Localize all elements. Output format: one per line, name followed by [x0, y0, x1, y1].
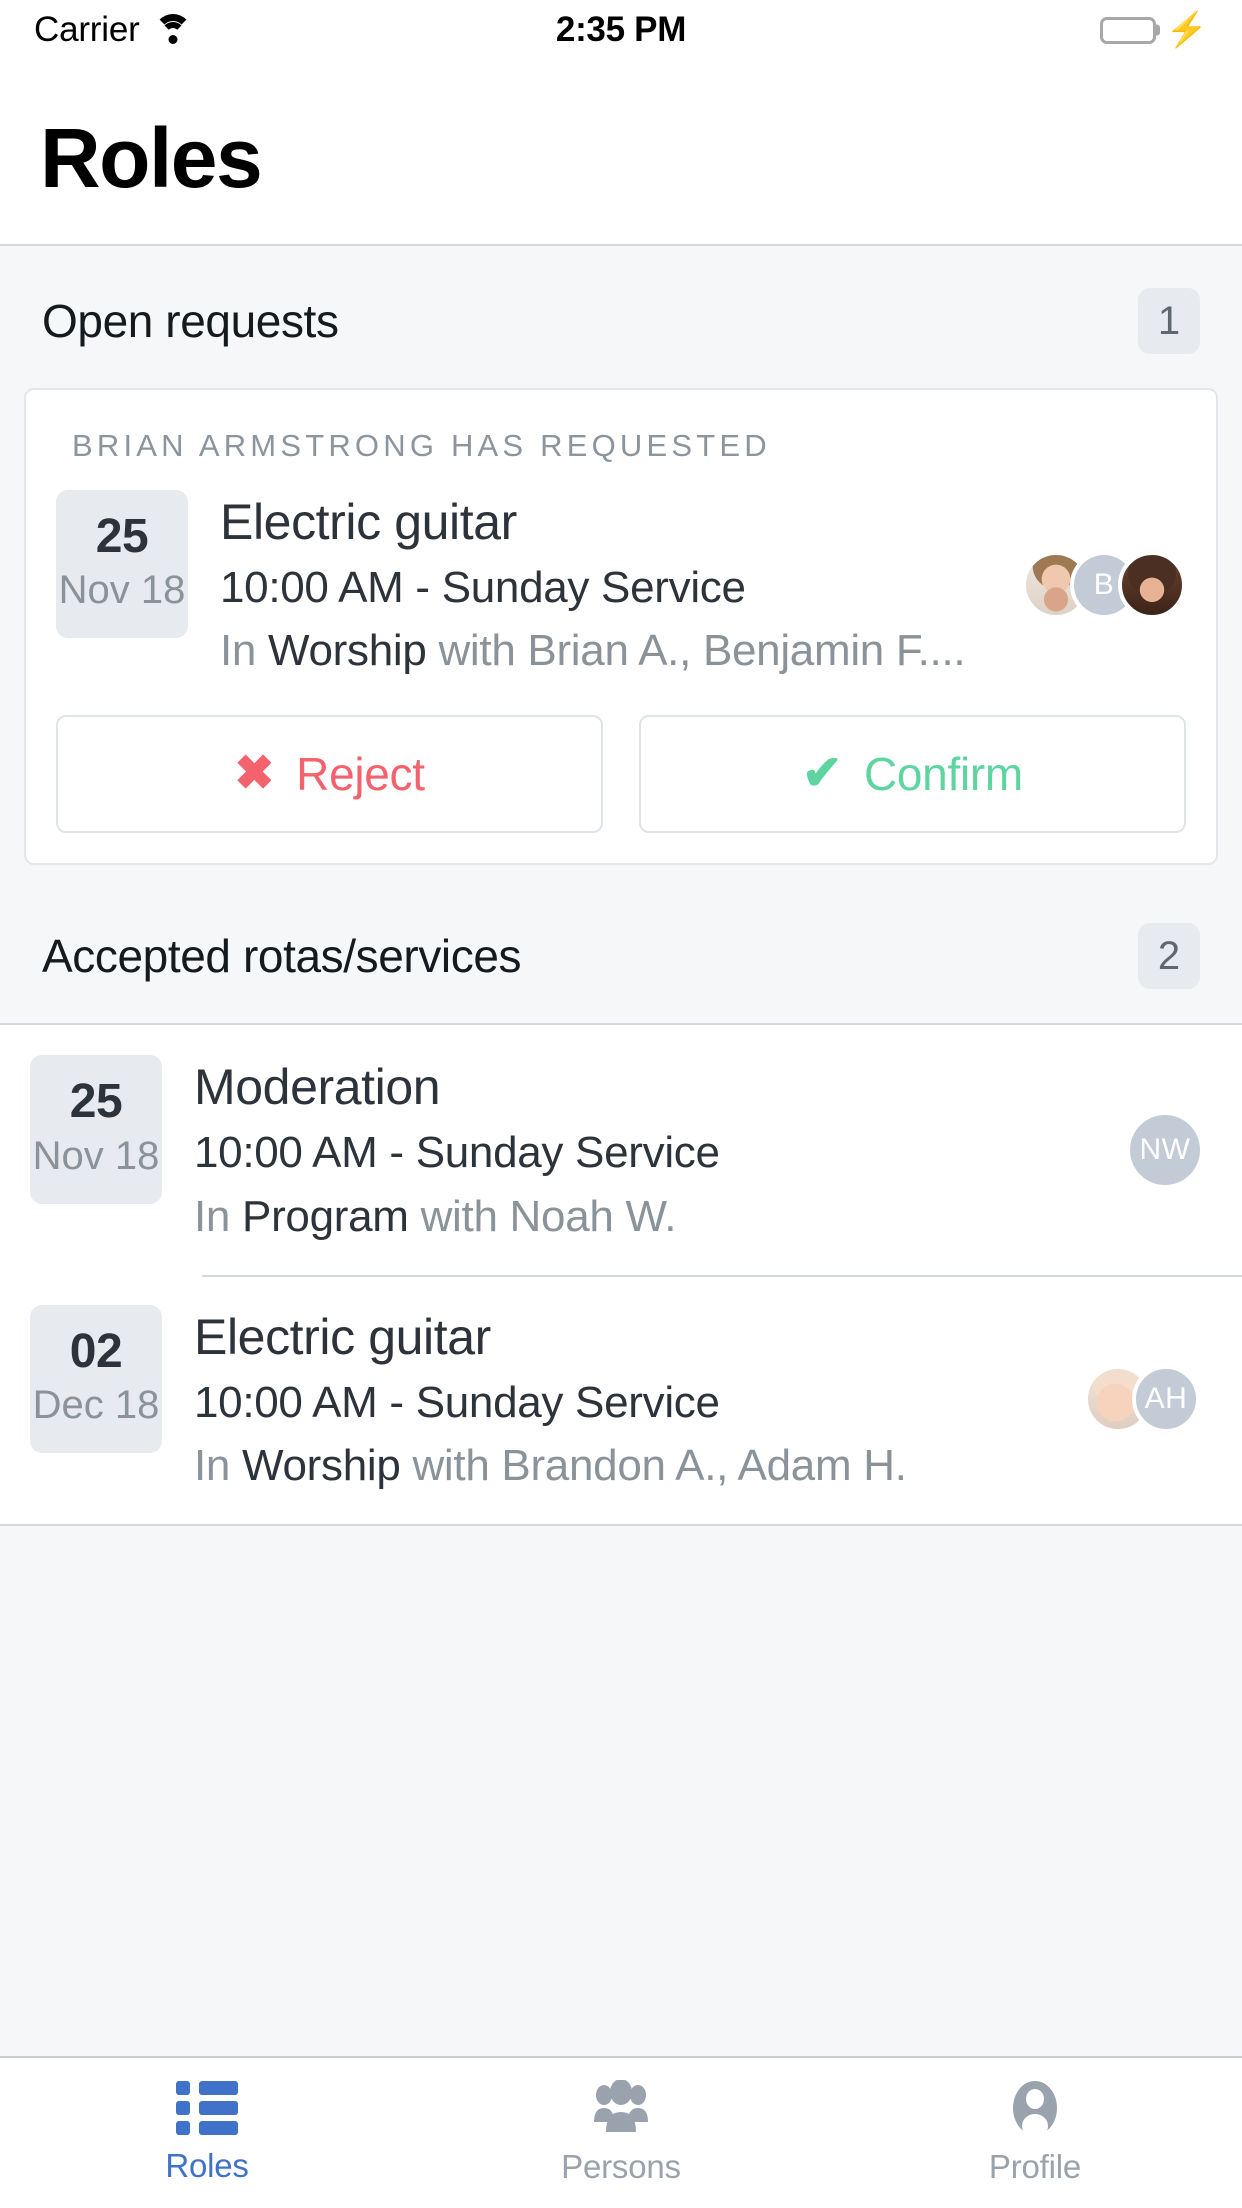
item-role-title: Electric guitar — [194, 1308, 491, 1365]
request-meta-group: Worship — [268, 626, 427, 676]
accepted-list: 25 Nov 18 Moderation 10:00 AM - Sunday S… — [0, 1023, 1242, 1527]
cross-icon: ✖ — [234, 747, 275, 801]
item-meta-prefix: In — [194, 1440, 243, 1490]
item-meta-people: with Noah W. — [408, 1191, 677, 1241]
item-date-day: 25 — [69, 1075, 123, 1129]
check-icon: ✔ — [802, 747, 842, 801]
accepted-label: Accepted rotas/services — [42, 930, 522, 983]
open-requests-label: Open requests — [42, 295, 339, 347]
item-date-chip: 25 Nov 18 — [30, 1055, 162, 1204]
request-actions: ✖ Reject ✔ Confirm — [56, 715, 1186, 834]
reject-button-label: Reject — [296, 748, 425, 801]
bottom-tab-bar: Roles Persons Profile — [0, 2056, 1242, 2208]
list-icon — [176, 2081, 238, 2135]
tab-roles[interactable]: Roles — [0, 2081, 414, 2185]
request-time-service: 10:00 AM - Sunday Service — [220, 563, 746, 612]
item-team-line: In Program with Noah W. — [194, 1188, 1116, 1245]
item-date-day: 02 — [69, 1324, 123, 1378]
item-details: Electric guitar 10:00 AM - Sunday Servic… — [194, 1305, 1070, 1494]
request-date-chip: 25 Nov 18 — [56, 490, 188, 639]
reject-button[interactable]: ✖ Reject — [56, 715, 603, 834]
item-meta-group: Program — [242, 1191, 409, 1241]
scroll-content: Open requests 1 BRIAN ARMSTRONG HAS REQU… — [0, 246, 1242, 2056]
request-role-title: Electric guitar — [220, 494, 517, 550]
item-date-month: Nov 18 — [32, 1133, 160, 1178]
item-avatar-group: NW — [1130, 1115, 1200, 1186]
item-time-service: 10:00 AM - Sunday Service — [194, 1128, 720, 1178]
request-details: Electric guitar 10:00 AM - Sunday Servic… — [220, 490, 1008, 679]
list-item[interactable]: 02 Dec 18 Electric guitar 10:00 AM - Sun… — [0, 1274, 1242, 1524]
app-root: Carrier 2:35 PM ⚡ Roles Open requests 1 … — [0, 0, 1242, 2208]
noah-w-avatar: NW — [1130, 1115, 1200, 1186]
item-time-service: 10:00 AM - Sunday Service — [194, 1377, 720, 1427]
request-meta-prefix: In — [220, 626, 269, 676]
status-bar: Carrier 2:35 PM ⚡ — [0, 0, 1242, 60]
item-date-month: Dec 18 — [32, 1383, 160, 1428]
member-avatar — [1118, 550, 1186, 619]
item-meta-prefix: In — [194, 1191, 243, 1241]
people-group-icon — [590, 2080, 652, 2136]
request-date-day: 25 — [95, 510, 149, 563]
request-row: 25 Nov 18 Electric guitar 10:00 AM - Sun… — [56, 490, 1186, 679]
person-circle-icon — [1004, 2080, 1066, 2136]
request-avatar-group: B — [1022, 550, 1186, 619]
request-meta-people: with Brian A., Benjamin F.... — [426, 626, 966, 676]
battery-icon — [1099, 16, 1160, 44]
request-date-month: Nov 18 — [58, 568, 186, 613]
confirm-button[interactable]: ✔ Confirm — [639, 715, 1186, 834]
open-requests-header: Open requests 1 — [0, 246, 1242, 388]
page-title: Roles — [40, 111, 263, 205]
item-role-title: Moderation — [194, 1059, 441, 1116]
list-item[interactable]: 25 Nov 18 Moderation 10:00 AM - Sunday S… — [0, 1025, 1242, 1274]
open-request-card[interactable]: BRIAN ARMSTRONG HAS REQUESTED 25 Nov 18 … — [24, 388, 1218, 866]
page-header: Roles — [0, 60, 1242, 246]
request-kicker: BRIAN ARMSTRONG HAS REQUESTED — [72, 428, 771, 463]
tab-persons-label: Persons — [561, 2148, 681, 2185]
tab-roles-label: Roles — [165, 2147, 249, 2184]
item-details: Moderation 10:00 AM - Sunday Service In … — [194, 1055, 1116, 1244]
accepted-count-badge: 2 — [1138, 923, 1200, 990]
status-bar-clock: 2:35 PM — [555, 10, 687, 49]
item-date-chip: 02 Dec 18 — [30, 1304, 162, 1454]
item-team-line: In Worship with Brandon A., Adam H. — [194, 1437, 1070, 1494]
accepted-header: Accepted rotas/services 2 — [0, 865, 1242, 1023]
tab-persons[interactable]: Persons — [414, 2080, 828, 2186]
adam-h-avatar: AH — [1132, 1365, 1200, 1434]
request-team-line: In Worship with Brian A., Benjamin F.... — [220, 622, 1008, 679]
item-meta-group: Worship — [242, 1440, 401, 1490]
item-meta-people: with Brandon A., Adam H. — [400, 1440, 907, 1490]
confirm-button-label: Confirm — [863, 748, 1023, 801]
item-avatar-group: AH — [1084, 1365, 1200, 1434]
open-requests-count-badge: 1 — [1138, 288, 1200, 354]
tab-profile-label: Profile — [988, 2148, 1082, 2185]
tab-profile[interactable]: Profile — [828, 2080, 1242, 2186]
empty-space — [0, 1526, 1242, 1827]
